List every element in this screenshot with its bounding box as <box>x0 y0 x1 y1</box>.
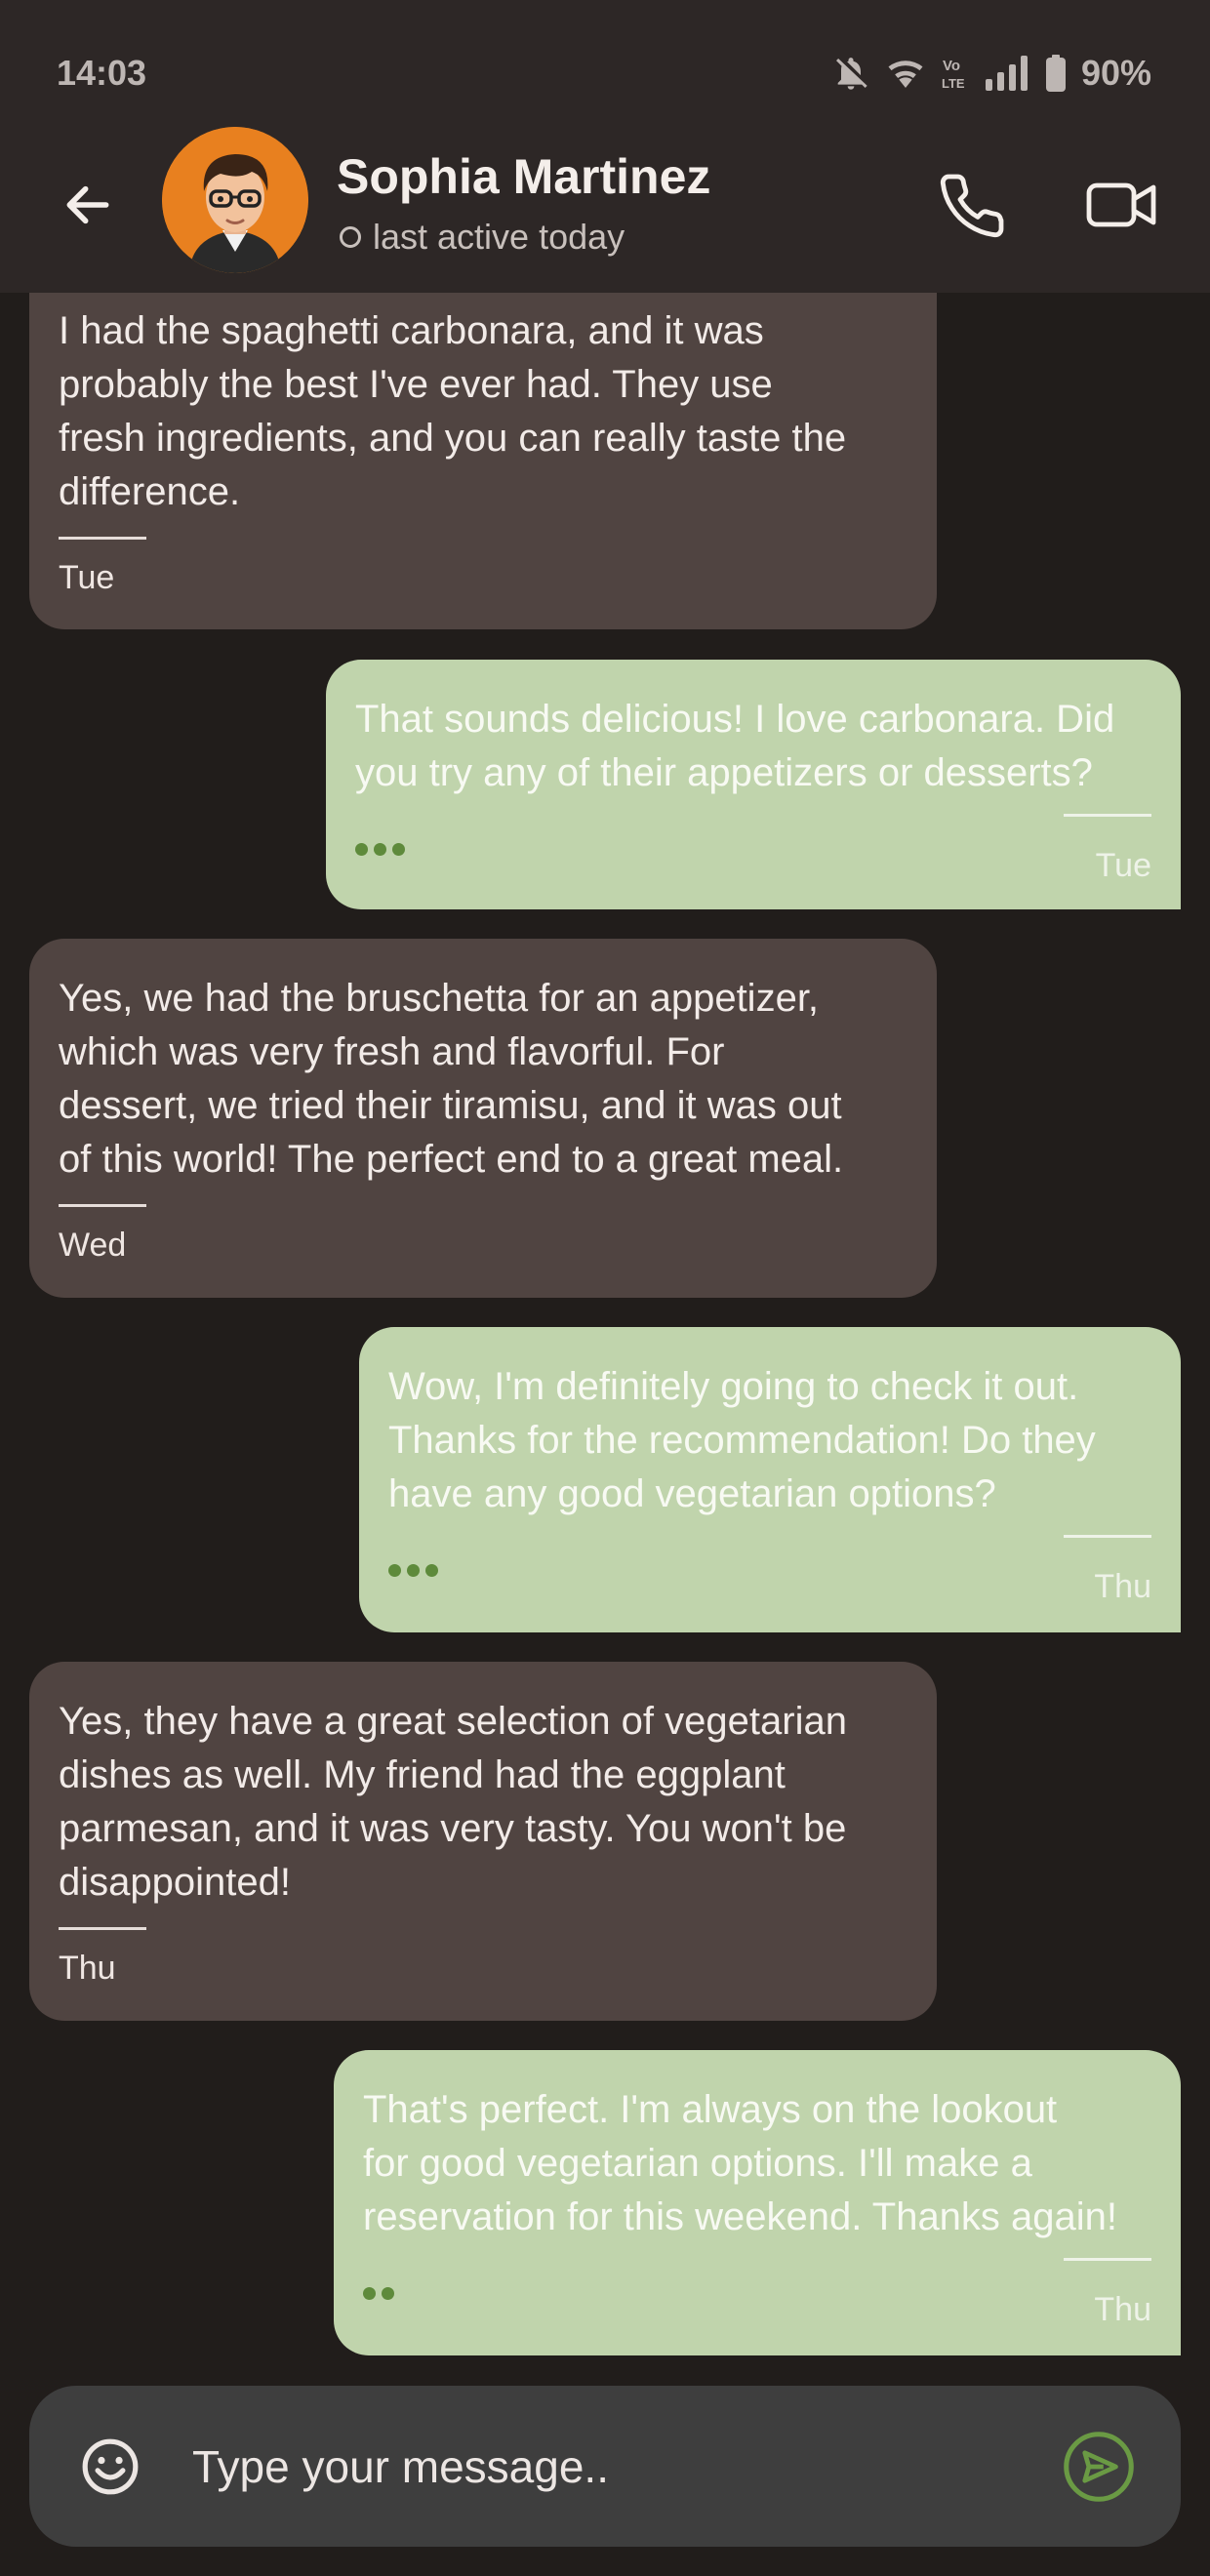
battery-icon <box>1045 55 1066 92</box>
bell-off-icon <box>835 58 867 90</box>
message-meta: Thu <box>388 1521 1151 1609</box>
message-outgoing[interactable]: That's perfect. I'm always on the lookou… <box>334 2050 1181 2355</box>
message-time: Thu <box>1094 1568 1151 1605</box>
message-text: Wow, I'm definitely going to check it ou… <box>388 1365 1096 1515</box>
delivery-dots-icon <box>355 843 405 856</box>
back-button[interactable] <box>59 176 117 234</box>
message-divider <box>59 1927 146 1930</box>
message-divider <box>1064 814 1151 817</box>
message-incoming[interactable]: Yes, we had the bruschetta for an appeti… <box>29 939 937 1298</box>
message-text: I had the spaghetti carbonara, and it wa… <box>59 309 847 513</box>
message-text: Yes, they have a great selection of vege… <box>59 1700 847 1904</box>
message-composer <box>29 2386 1181 2547</box>
message-time: Thu <box>1094 2291 1151 2328</box>
avatar-illustration <box>162 127 308 273</box>
message-time: Tue <box>59 559 115 596</box>
message-text: That sounds delicious! I love carbonara.… <box>355 698 1115 794</box>
message-divider <box>1064 2258 1151 2261</box>
video-camera-icon <box>1086 182 1156 227</box>
voice-call-button[interactable] <box>937 171 1007 241</box>
message-incoming[interactable]: Yes, they have a great selection of vege… <box>29 1662 937 2021</box>
message-incoming[interactable]: I had the spaghetti carbonara, and it wa… <box>29 293 937 629</box>
message-time: Tue <box>1095 847 1151 884</box>
svg-text:Vo: Vo <box>943 58 960 74</box>
svg-text:LTE: LTE <box>942 76 965 91</box>
contact-name[interactable]: Sophia Martinez <box>337 148 710 205</box>
contact-status: last active today <box>340 217 625 258</box>
message-divider <box>59 1204 146 1207</box>
status-dot-icon <box>340 226 361 248</box>
message-meta: Tue <box>355 800 1151 888</box>
delivery-dots-icon <box>388 1564 438 1577</box>
message-text: Yes, we had the bruschetta for an appeti… <box>59 977 844 1181</box>
message-time: Wed <box>59 1227 127 1264</box>
message-outgoing[interactable]: That sounds delicious! I love carbonara.… <box>326 660 1181 909</box>
signal-icon <box>985 56 1028 91</box>
last-active-text: last active today <box>373 217 625 257</box>
status-icons: Vo LTE 90% <box>831 49 1151 98</box>
emoji-icon <box>82 2438 139 2495</box>
video-call-button[interactable] <box>1085 178 1159 232</box>
delivery-dots-icon <box>363 2287 394 2300</box>
message-text: That's perfect. I'm always on the lookou… <box>363 2088 1118 2238</box>
wifi-icon <box>888 60 923 88</box>
back-arrow-icon <box>66 185 109 224</box>
phone-icon <box>940 174 1004 238</box>
message-divider <box>59 537 146 540</box>
battery-percent: 90% <box>1080 53 1151 93</box>
message-divider <box>1064 1535 1151 1538</box>
message-outgoing[interactable]: Wow, I'm definitely going to check it ou… <box>359 1327 1181 1632</box>
avatar[interactable] <box>162 127 308 273</box>
chat-header: Sophia Martinez last active today <box>0 117 1210 293</box>
status-time: 14:03 <box>57 53 147 93</box>
message-meta: Thu <box>363 2244 1151 2332</box>
volte-icon: Vo LTE <box>942 58 965 91</box>
emoji-button[interactable] <box>80 2436 141 2497</box>
message-time: Thu <box>59 1950 116 1987</box>
send-icon <box>1064 2432 1134 2502</box>
send-button[interactable] <box>1062 2430 1136 2504</box>
message-input[interactable] <box>190 2427 1053 2507</box>
